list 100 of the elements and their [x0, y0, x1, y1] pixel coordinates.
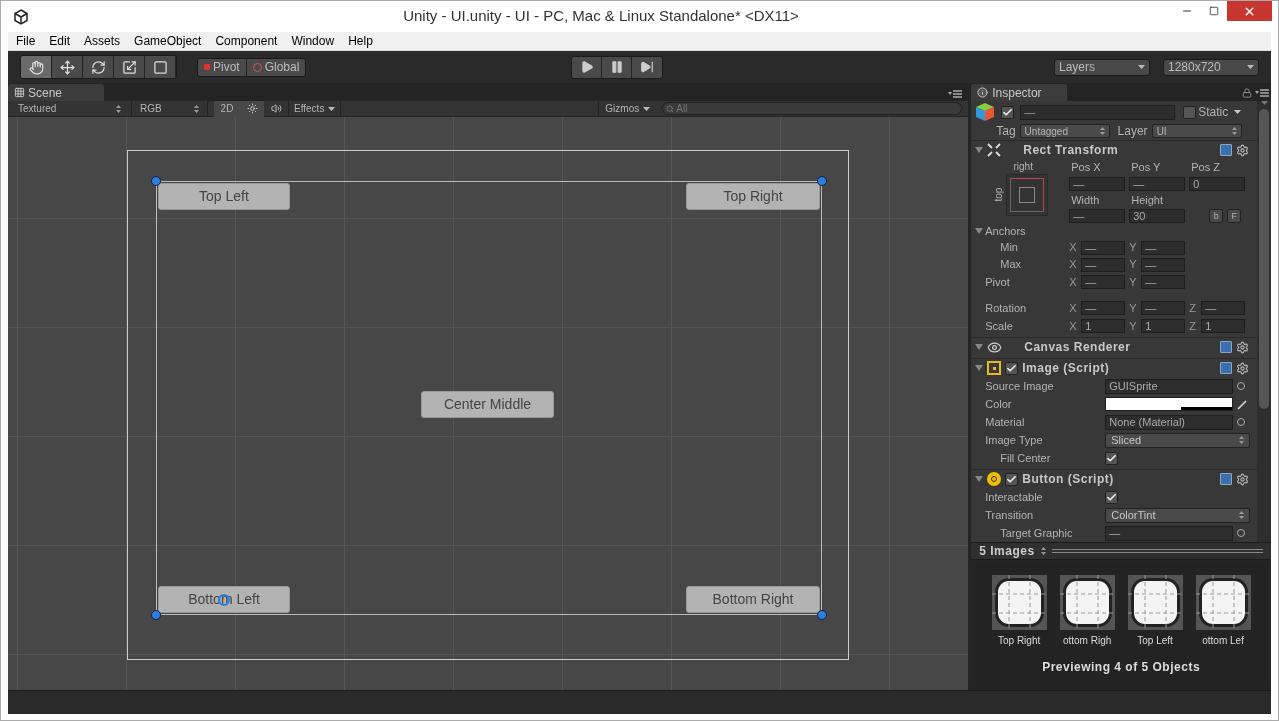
- global-button[interactable]: Global: [246, 58, 306, 76]
- number-field[interactable]: 1: [1081, 319, 1126, 333]
- play-button[interactable]: [572, 56, 603, 78]
- anchor-handle[interactable]: [817, 610, 827, 620]
- number-field[interactable]: —: [1129, 176, 1186, 191]
- menu-item[interactable]: Help: [348, 32, 373, 50]
- menu-item[interactable]: Assets: [84, 32, 121, 50]
- number-field[interactable]: —: [1081, 257, 1126, 272]
- anchor-handle[interactable]: [817, 176, 827, 186]
- updown-icon: [116, 104, 121, 113]
- checkbox[interactable]: [1005, 472, 1019, 486]
- number-field[interactable]: —: [1141, 240, 1186, 255]
- raw-edit-button[interactable]: F: [1227, 209, 1242, 223]
- number-field[interactable]: —: [1141, 301, 1186, 315]
- number-field[interactable]: 30: [1129, 209, 1186, 223]
- eyedropper-icon[interactable]: [1237, 398, 1249, 410]
- pause-button[interactable]: [602, 56, 633, 78]
- column-label: Pos Z: [1190, 160, 1221, 175]
- checkbox[interactable]: [1105, 451, 1119, 465]
- settings-icon[interactable]: [1236, 361, 1249, 375]
- number-field[interactable]: 1: [1141, 319, 1186, 333]
- number-field[interactable]: —: [1141, 257, 1186, 272]
- ui-button[interactable]: Top Left: [158, 183, 290, 210]
- preview-title[interactable]: 5 Images: [979, 542, 1035, 560]
- inspector-tab[interactable]: Inspector: [971, 84, 1068, 101]
- step-button[interactable]: [632, 56, 663, 78]
- menu-icon[interactable]: [948, 90, 963, 98]
- anchor-handle[interactable]: [151, 176, 161, 186]
- channel-dropdown[interactable]: RGB: [132, 100, 208, 117]
- foldout-icon[interactable]: [975, 343, 984, 351]
- component-header[interactable]: Rect Transform: [971, 140, 1257, 159]
- dropdown[interactable]: Sliced: [1105, 432, 1251, 448]
- effects-dropdown[interactable]: Effects: [288, 100, 342, 117]
- ui-button[interactable]: Bottom Right: [686, 586, 820, 613]
- foldout-icon[interactable]: [975, 146, 984, 154]
- scene-tab[interactable]: Scene: [8, 84, 104, 101]
- foldout-icon[interactable]: [975, 364, 984, 372]
- updown-icon: [1239, 511, 1245, 519]
- field-label: Max: [999, 257, 1022, 273]
- shading-dropdown[interactable]: Textured: [8, 100, 132, 117]
- axis-label: X: [1069, 300, 1078, 316]
- axis-label: Z: [1189, 300, 1197, 316]
- field-label: Target Graphic: [999, 525, 1074, 541]
- gizmos-dropdown[interactable]: Gizmos: [598, 100, 657, 117]
- checkbox[interactable]: [1183, 105, 1197, 119]
- dropdown[interactable]: ColorTint: [1105, 507, 1251, 523]
- layers-dropdown[interactable]: Layers: [1054, 58, 1150, 76]
- object-field[interactable]: —: [1105, 525, 1234, 541]
- move-tool[interactable]: [52, 56, 83, 78]
- number-field[interactable]: 0: [1189, 176, 1246, 191]
- scale-tool[interactable]: [114, 56, 145, 78]
- settings-icon[interactable]: [1236, 143, 1249, 157]
- 2d-toggle[interactable]: 2D: [214, 100, 240, 117]
- name-field[interactable]: —: [1020, 104, 1176, 120]
- number-field[interactable]: 1: [1201, 319, 1246, 333]
- rotate-tool[interactable]: [83, 56, 114, 78]
- checkbox[interactable]: [1001, 105, 1015, 119]
- number-field[interactable]: —: [1069, 209, 1126, 223]
- menu-item[interactable]: GameObject: [134, 32, 202, 50]
- hand-tool[interactable]: [21, 56, 52, 78]
- image-icon: [987, 361, 1002, 375]
- component-header[interactable]: Canvas Renderer: [971, 337, 1257, 356]
- menu-icon[interactable]: [1255, 89, 1269, 97]
- number-field[interactable]: —: [1081, 240, 1126, 255]
- component-header[interactable]: Image (Script): [971, 358, 1257, 377]
- axis-label: Y: [1129, 257, 1138, 273]
- menu-item[interactable]: Edit: [49, 32, 71, 50]
- number-field[interactable]: —: [1069, 176, 1126, 191]
- menu-item[interactable]: Component: [215, 32, 278, 50]
- layout-dropdown[interactable]: 1280x720: [1163, 58, 1259, 76]
- ui-button[interactable]: Top Right: [686, 183, 820, 210]
- anchor-handle[interactable]: [151, 610, 161, 620]
- ui-button[interactable]: Center Middle: [421, 391, 554, 418]
- pivot-button[interactable]: Pivot: [198, 58, 247, 76]
- number-field[interactable]: —: [1081, 275, 1126, 289]
- menu-item[interactable]: File: [16, 32, 36, 50]
- number-field[interactable]: —: [1201, 301, 1246, 315]
- tag-dropdown[interactable]: Untagged: [1019, 124, 1110, 138]
- blueprint-button[interactable]: b: [1209, 209, 1224, 223]
- object-field[interactable]: None (Material): [1105, 414, 1234, 430]
- number-field[interactable]: —: [1141, 275, 1186, 289]
- number-field[interactable]: —: [1081, 301, 1126, 315]
- hand-icon: [28, 59, 44, 75]
- foldout-icon[interactable]: [975, 475, 984, 483]
- object-field[interactable]: GUISprite: [1105, 378, 1234, 394]
- color-field[interactable]: [1105, 397, 1234, 411]
- layer-dropdown[interactable]: UI: [1151, 124, 1242, 138]
- component-header[interactable]: Button (Script): [971, 469, 1257, 488]
- anchor-preset[interactable]: [1006, 174, 1049, 216]
- settings-icon[interactable]: [1236, 340, 1249, 354]
- scrollbar[interactable]: [1257, 101, 1271, 542]
- pause-icon: [609, 60, 624, 74]
- lock-icon[interactable]: [1242, 88, 1252, 98]
- checkbox[interactable]: [1105, 490, 1119, 504]
- rect-tool[interactable]: [145, 56, 176, 78]
- foldout-icon[interactable]: [975, 227, 984, 235]
- settings-icon[interactable]: [1236, 472, 1249, 486]
- search-field[interactable]: All: [662, 102, 963, 115]
- menu-item[interactable]: Window: [291, 32, 335, 50]
- checkbox[interactable]: [1005, 361, 1019, 375]
